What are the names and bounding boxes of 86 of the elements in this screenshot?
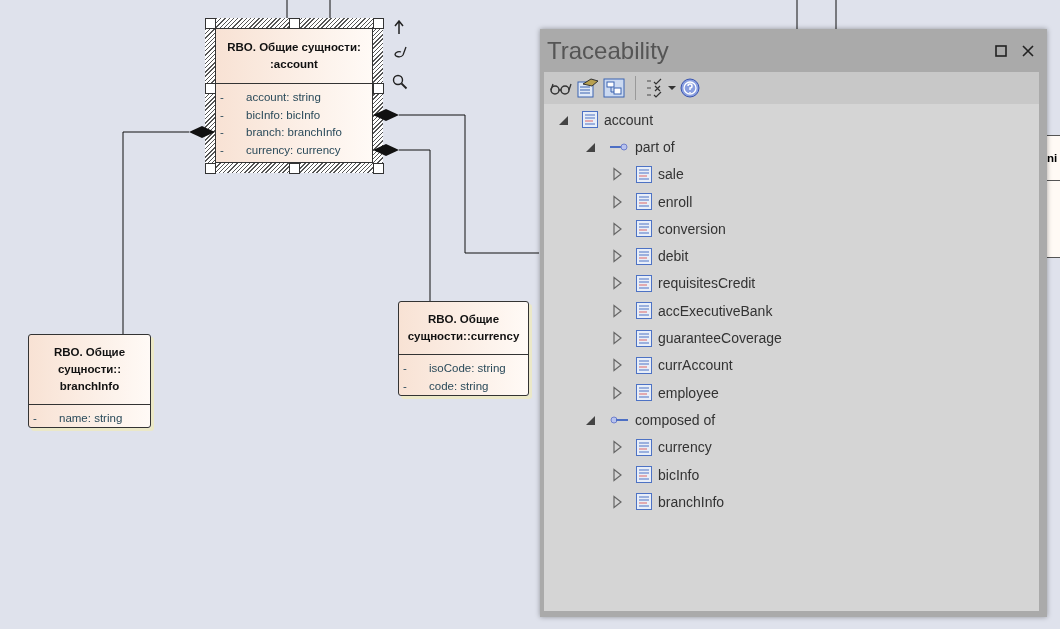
resize-handle[interactable] bbox=[373, 83, 384, 95]
tree-item[interactable]: enroll bbox=[658, 193, 693, 210]
class-icon bbox=[636, 438, 652, 456]
visibility-marker: - bbox=[33, 410, 38, 426]
tree-item[interactable]: guaranteeCoverage bbox=[658, 330, 782, 346]
class-title: RBO. Общие сущности: :account bbox=[227, 40, 361, 72]
visibility-marker: - bbox=[220, 142, 225, 158]
tree-item[interactable]: debit bbox=[658, 248, 689, 265]
connector-left-icon bbox=[609, 414, 629, 425]
class-icon bbox=[582, 111, 598, 129]
tree-item[interactable]: employee bbox=[658, 384, 719, 401]
attribute-text: currency: currency bbox=[246, 142, 341, 158]
class-icon bbox=[636, 384, 652, 402]
class-box[interactable]: RBO. Общие сущности:: branchInfo - name: string bbox=[28, 334, 151, 428]
tree-item[interactable]: requisitesCredit bbox=[658, 275, 756, 292]
attribute-text: bicInfo: bicInfo bbox=[246, 107, 321, 123]
tree-item[interactable]: account bbox=[604, 111, 654, 128]
resize-handle[interactable] bbox=[205, 18, 216, 29]
tree-item[interactable]: sale bbox=[658, 166, 684, 183]
tree-item[interactable]: composed of bbox=[635, 411, 716, 428]
tree-item[interactable]: conversion bbox=[658, 220, 726, 237]
collapsed-triangle-icon[interactable] bbox=[610, 467, 624, 482]
help-icon[interactable] bbox=[680, 78, 700, 98]
connector-line bbox=[835, 0, 837, 30]
resize-handle[interactable] bbox=[205, 163, 216, 174]
class-icon bbox=[636, 302, 652, 320]
composition-connector[interactable] bbox=[373, 109, 540, 254]
collapsed-triangle-icon[interactable] bbox=[610, 276, 624, 291]
class-icon bbox=[636, 274, 652, 292]
connector-line bbox=[796, 0, 798, 30]
class-icon bbox=[636, 329, 652, 347]
resize-handle[interactable] bbox=[205, 83, 216, 95]
resize-handle[interactable] bbox=[373, 163, 384, 174]
tree-item[interactable]: currency bbox=[658, 439, 712, 456]
class-icon bbox=[636, 466, 652, 483]
visibility-marker: - bbox=[403, 361, 408, 376]
class-icon bbox=[636, 356, 652, 374]
collapsed-triangle-icon[interactable] bbox=[610, 358, 624, 373]
panel-title: Traceability bbox=[547, 36, 670, 65]
collapsed-triangle-icon[interactable] bbox=[610, 167, 624, 182]
tree-item[interactable]: currAccount bbox=[658, 357, 733, 374]
class-icon bbox=[636, 193, 652, 211]
visibility-marker: - bbox=[220, 107, 225, 123]
resize-handle[interactable] bbox=[373, 18, 384, 29]
connector-line bbox=[286, 0, 288, 19]
collapsed-triangle-icon[interactable] bbox=[610, 221, 624, 236]
dropdown-caret-icon[interactable] bbox=[668, 85, 676, 91]
search-icon[interactable] bbox=[392, 74, 408, 90]
resize-handle[interactable] bbox=[289, 18, 300, 29]
attribute-text: code: string bbox=[429, 378, 489, 394]
class-box[interactable]: RBO. Общие сущности::currency - isoCode: string - code: string bbox=[398, 301, 529, 396]
collapsed-triangle-icon[interactable] bbox=[610, 494, 624, 509]
hook-icon[interactable] bbox=[393, 46, 407, 60]
connector-right-icon bbox=[609, 141, 629, 152]
resize-handle[interactable] bbox=[289, 163, 300, 174]
tree-item[interactable]: part of bbox=[635, 138, 675, 155]
attribute-text: account: string bbox=[246, 90, 321, 105]
properties-icon[interactable] bbox=[577, 78, 599, 98]
attribute-text: name: string bbox=[59, 410, 123, 426]
visibility-marker: - bbox=[220, 90, 225, 105]
collapsed-triangle-icon[interactable] bbox=[610, 440, 624, 455]
connector-line bbox=[329, 0, 331, 19]
class-icon bbox=[636, 247, 652, 265]
tree-item[interactable]: branchInfo bbox=[658, 493, 725, 510]
class-icon bbox=[636, 165, 652, 183]
class-title: RBO. Общие сущности::currency bbox=[407, 312, 520, 344]
collapsed-triangle-icon[interactable] bbox=[610, 303, 624, 318]
class-icon bbox=[636, 493, 652, 511]
tree-item[interactable]: bicInfo bbox=[658, 466, 700, 483]
class-box[interactable]: RBO. Общие сущности: :account - account: string - bicInfo: bicInfo - branch: branchInfo - currency: currency bbox=[215, 28, 373, 163]
composition-connector[interactable] bbox=[373, 144, 431, 302]
collapsed-triangle-icon[interactable] bbox=[610, 194, 624, 209]
visibility-marker: - bbox=[220, 125, 225, 140]
attribute-text: isoCode: string bbox=[429, 361, 506, 376]
visibility-marker: - bbox=[403, 378, 408, 394]
attribute-text: branch: branchInfo bbox=[246, 125, 342, 140]
class-title: ni bbox=[1047, 152, 1058, 164]
checklist-icon[interactable] bbox=[646, 78, 664, 98]
tree-item[interactable]: accExecutiveBank bbox=[658, 302, 773, 319]
class-icon bbox=[636, 220, 652, 238]
collapsed-triangle-icon[interactable] bbox=[610, 385, 624, 400]
up-arrow-icon[interactable] bbox=[394, 20, 404, 34]
class-title: RBO. Общие сущности:: branchInfo bbox=[53, 344, 126, 394]
collapsed-triangle-icon[interactable] bbox=[610, 249, 624, 264]
collapsed-triangle-icon[interactable] bbox=[610, 331, 624, 345]
diagram-icon[interactable] bbox=[603, 78, 625, 98]
